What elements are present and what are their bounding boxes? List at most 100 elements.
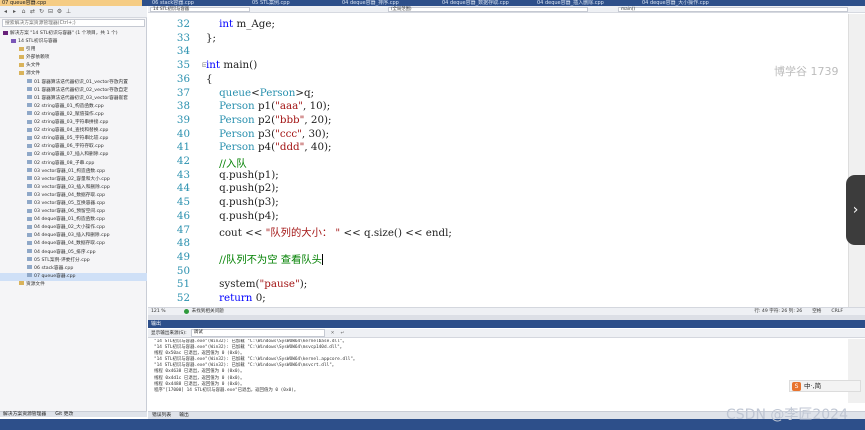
line-number: 44 (176, 182, 190, 195)
tree-folder-item[interactable]: 外部依赖项 (0, 54, 147, 62)
home-icon[interactable]: ⌂ (20, 8, 27, 15)
sidebar-bottom-tabs: 解决方案资源管理器 Git 更改 (0, 411, 147, 417)
cpp-file-icon (27, 192, 32, 197)
tree-file-item[interactable]: 05 STL案例-评委打分.cpp (0, 257, 147, 265)
output-toolbar: 显示输出来源(S): 调试 ✕ ↵ (148, 329, 865, 338)
tree-folder-item[interactable]: 资源文件 (0, 281, 147, 289)
code-line: q.push(p1); (206, 169, 279, 181)
code-token: p4( (257, 141, 276, 154)
line-number: 51 (176, 278, 190, 291)
editor-vertical-scrollbar[interactable] (848, 14, 865, 307)
tree-item-label: 03 vector容器_04_数据存取.cpp (34, 192, 106, 198)
solution-search-input[interactable]: 搜索解决方案资源管理器(Ctrl+;) (2, 19, 145, 27)
refresh-icon[interactable]: ↻ (38, 8, 45, 15)
code-line: int m_Age; (206, 18, 275, 30)
sidebar-bottom-tab[interactable]: Git 更改 (55, 412, 73, 418)
tree-file-item[interactable]: 02 string容器_06_字符存取.cpp (0, 143, 147, 151)
line-number-gutter: 32 33 34 35 ⊟ 36 37 38 39 40 41 42 43 44 45 46 47 48 49 50 5… (148, 14, 208, 307)
word-wrap-icon[interactable]: ↵ (340, 331, 344, 336)
sidebar-bottom-tab[interactable]: 解决方案资源管理器 (3, 412, 46, 418)
cpp-file-icon (27, 184, 32, 189)
function-combo[interactable]: main() (618, 7, 848, 12)
code-token: "pause" (259, 278, 300, 291)
folder-icon (19, 62, 24, 67)
project-combo[interactable]: 14 STL初识与容器 (150, 7, 250, 12)
scope-combo[interactable]: (全局范围) (388, 7, 588, 12)
tree-item-label: 02 string容器_02_赋值操作.cpp (34, 111, 104, 117)
code-token: return (206, 292, 256, 304)
code-token: Person (206, 113, 258, 126)
code-token: Person (206, 100, 258, 113)
cpp-file-icon (27, 151, 32, 156)
output-scrollbar[interactable] (848, 339, 865, 403)
tree-file-item[interactable]: 04 deque容器_01_构造函数.cpp (0, 216, 147, 224)
tree-file-item[interactable]: 02 string容器_01_构造函数.cpp (0, 103, 147, 111)
code-token: Person (206, 127, 258, 140)
tree-file-item[interactable]: 02 string容器_07_插入和删除.cpp (0, 151, 147, 159)
code-token: q.push(p2); (206, 182, 279, 195)
tree-file-item[interactable]: 03 vector容器_04_数据存取.cpp (0, 192, 147, 200)
tree-file-item[interactable]: 02 string容器_03_字符串拼接.cpp (0, 119, 147, 127)
tree-file-item[interactable]: 06 stack容器.cpp (0, 265, 147, 273)
forward-icon[interactable]: ▸ (11, 8, 18, 15)
tree-file-item[interactable]: 04 deque容器_04_数据存取.cpp (0, 240, 147, 248)
tree-solution-item[interactable]: 解决方案 "14 STL初识与容器" (1 个项目，共 1 个) (0, 30, 147, 38)
tree-project-item[interactable]: 14 STL初识与容器 (0, 38, 147, 46)
tree-file-item[interactable]: 02 string容器_04_查找和替换.cpp (0, 127, 147, 135)
code-line: }; (206, 32, 216, 44)
tree-item-label: 02 string容器_06_字符存取.cpp (34, 144, 104, 150)
tree-folder-item[interactable]: 头文件 (0, 62, 147, 70)
code-token: int (206, 59, 224, 72)
tree-file-item[interactable]: 03 vector容器_03_插入和删除.cpp (0, 184, 147, 192)
tree-file-item[interactable]: 02 string容器_05_字符串比较.cpp (0, 135, 147, 143)
line-number: 42 (176, 155, 190, 167)
chevron-right-icon[interactable]: › (846, 175, 865, 245)
cpp-file-icon (27, 240, 32, 245)
pin-icon[interactable]: ⊥ (65, 8, 72, 15)
tree-file-item[interactable]: 03 vector容器_05_互换容器.cpp (0, 200, 147, 208)
tree-file-item[interactable]: 01 容器算法迭代器初识_02_vector存放自定 (0, 87, 147, 95)
tree-file-item[interactable]: 07 queue容器.cpp (0, 272, 147, 281)
cpp-file-icon (27, 265, 32, 270)
ime-toolbar[interactable]: S 中·,简 (789, 380, 861, 392)
line-number: 33 (176, 31, 190, 44)
cpp-file-icon (27, 208, 32, 213)
tree-item-label: 04 deque容器_03_插入和删除.cpp (34, 233, 110, 239)
tree-file-item[interactable]: 04 deque容器_02_大小操作.cpp (0, 224, 147, 232)
line-number: 37 (176, 86, 190, 99)
code-token: q.push(p1); (206, 168, 279, 181)
tree-file-item[interactable]: 03 vector容器_02_容量和大小.cpp (0, 176, 147, 184)
tree-file-item[interactable]: 03 vector容器_06_预留空间.cpp (0, 208, 147, 216)
code-line: system("pause"); (206, 278, 307, 290)
cpp-file-icon (27, 200, 32, 205)
tree-item-label: 头文件 (26, 63, 41, 69)
tree-folder-item[interactable]: 源文件 (0, 70, 147, 78)
tree-file-item[interactable]: 02 string容器_08_子串.cpp (0, 160, 147, 168)
solution-tree: 解决方案 "14 STL初识与容器" (1 个项目，共 1 个) 14 STL初识… (0, 30, 147, 289)
code-editor[interactable]: int m_Age;}; int main(){ queue<Person>q; … (206, 14, 846, 307)
tree-file-item[interactable]: 01 容器算法迭代器初识_01_vector存放内置 (0, 79, 147, 87)
tree-item-label: 资源文件 (26, 281, 45, 287)
collapse-icon[interactable]: ⊟ (47, 8, 54, 15)
tree-item-label: 01 容器算法迭代器初识_02_vector存放自定 (34, 87, 128, 93)
back-icon[interactable]: ◂ (2, 8, 9, 15)
code-token: , 20); (304, 113, 332, 126)
line-number: 36 (176, 72, 190, 85)
tree-file-item[interactable]: 03 vector容器_01_构造函数.cpp (0, 168, 147, 176)
output-source-select[interactable]: 调试 (190, 329, 325, 337)
tree-item-label: 02 string容器_08_子串.cpp (34, 160, 95, 166)
tree-item-label: 05 STL案例-评委打分.cpp (34, 257, 90, 263)
tree-file-item[interactable]: 04 deque容器_03_插入和删除.cpp (0, 232, 147, 240)
code-token: p2( (257, 113, 276, 126)
sync-icon[interactable]: ⇄ (29, 8, 36, 15)
clear-all-icon[interactable]: ✕ (331, 331, 335, 336)
tree-file-item[interactable]: 02 string容器_02_赋值操作.cpp (0, 111, 147, 119)
tree-file-item[interactable]: 04 deque容器_05_排序.cpp (0, 249, 147, 257)
tree-folder-item[interactable]: 引用 (0, 46, 147, 54)
cpp-file-icon (27, 143, 32, 148)
tree-item-label: 03 vector容器_05_互换容器.cpp (34, 200, 106, 206)
tree-file-item[interactable]: 01 容器算法迭代器初识_03_vector容器嵌套 (0, 95, 147, 103)
code-line: Person p4("ddd", 40); (206, 141, 331, 154)
settings-icon[interactable]: ⚙ (56, 8, 63, 15)
code-token: q.push(p4); (206, 209, 279, 222)
